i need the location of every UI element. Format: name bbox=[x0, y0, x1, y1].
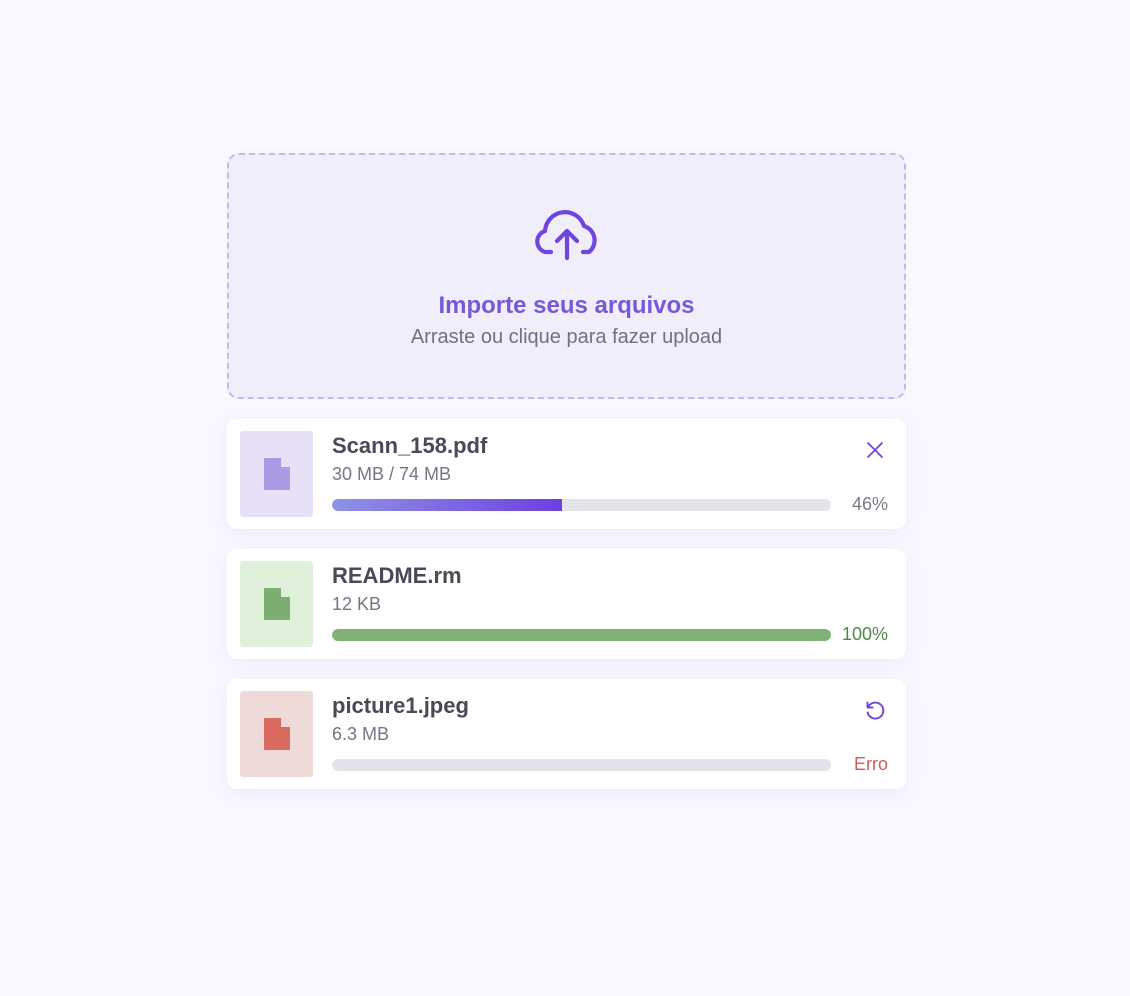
file-size: 6.3 MB bbox=[332, 724, 390, 744]
retry-icon bbox=[866, 701, 885, 720]
file-dropzone[interactable]: Importe seus arquivos Arraste ou clique … bbox=[227, 153, 906, 399]
file-size: 30 MB / 74 MB bbox=[332, 464, 452, 484]
document-icon bbox=[263, 588, 290, 620]
close-icon bbox=[867, 442, 883, 458]
progress-fill bbox=[332, 629, 831, 641]
document-icon bbox=[263, 458, 290, 490]
file-item: README.rm 12 KB 100% bbox=[227, 549, 906, 659]
upload-status: 100% bbox=[841, 624, 888, 644]
cancel-upload-button[interactable] bbox=[862, 437, 888, 463]
upload-status: 46% bbox=[851, 494, 888, 514]
upload-progress-bar bbox=[332, 629, 831, 641]
document-icon bbox=[263, 718, 290, 750]
file-thumbnail bbox=[240, 561, 313, 647]
upload-panel: Importe seus arquivos Arraste ou clique … bbox=[227, 153, 906, 789]
cloud-upload-icon bbox=[534, 210, 597, 261]
file-item: picture1.jpeg 6.3 MB Erro bbox=[227, 679, 906, 789]
file-name: picture1.jpeg bbox=[332, 693, 469, 718]
file-thumbnail bbox=[240, 691, 313, 777]
retry-upload-button[interactable] bbox=[862, 697, 888, 723]
dropzone-title: Importe seus arquivos bbox=[438, 292, 695, 319]
file-size: 12 KB bbox=[332, 594, 382, 614]
progress-fill bbox=[332, 499, 562, 511]
file-name: README.rm bbox=[332, 563, 462, 588]
file-thumbnail bbox=[240, 431, 313, 517]
file-name: Scann_158.pdf bbox=[332, 433, 488, 458]
upload-progress-bar bbox=[332, 499, 831, 511]
upload-progress-bar bbox=[332, 759, 831, 771]
file-item: Scann_158.pdf 30 MB / 74 MB 46% bbox=[227, 419, 906, 529]
upload-status: Erro bbox=[853, 754, 888, 774]
dropzone-subtitle: Arraste ou clique para fazer upload bbox=[410, 326, 723, 348]
